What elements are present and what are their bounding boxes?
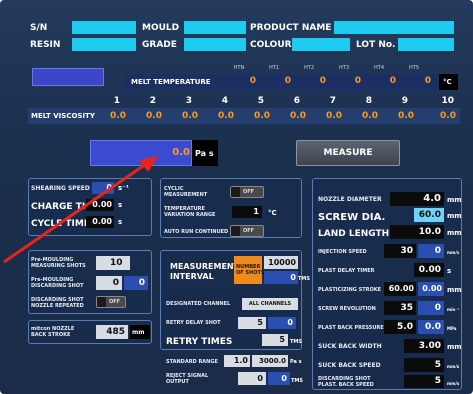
arrow-head <box>139 156 158 172</box>
arrow-shaft <box>3 162 147 264</box>
annotation-arrow <box>3 156 158 264</box>
